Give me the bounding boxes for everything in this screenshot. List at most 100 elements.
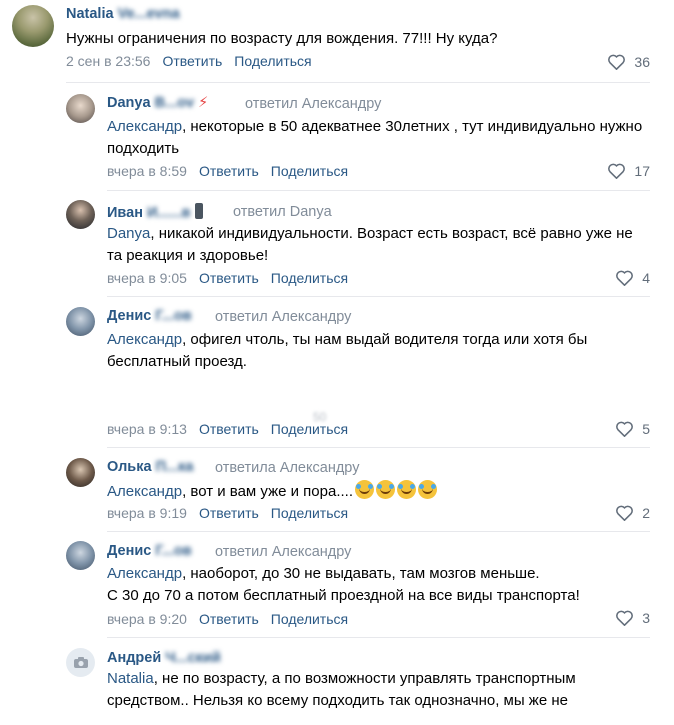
author-last-name-blurred[interactable]: Г...ов xyxy=(155,308,191,324)
comment-body: , наоборот, до 30 не выдавать, там мозго… xyxy=(182,565,540,582)
device-icon xyxy=(194,203,203,219)
author-name[interactable]: Danya B...ov ⚡ xyxy=(107,95,208,111)
timestamp[interactable]: вчера в 8:59 xyxy=(107,163,187,179)
author-last-name-blurred[interactable]: B...ov xyxy=(155,95,194,111)
comment-meta: вчера в 9:05 Ответить Поделиться xyxy=(107,270,348,286)
reply-button[interactable]: Ответить xyxy=(199,270,259,286)
divider xyxy=(66,82,650,83)
comment-meta: вчера в 9:19 Ответить Поделиться xyxy=(107,505,348,521)
share-button[interactable]: Поделиться xyxy=(271,505,348,521)
heart-icon xyxy=(616,505,634,521)
comment-meta: 2 сен в 23:56 Ответить Поделиться xyxy=(66,53,312,69)
share-button[interactable]: Поделиться xyxy=(271,611,348,627)
author-name[interactable]: Денис Г...ов xyxy=(107,308,192,324)
comment-body: , никакой индивидуальности. Возраст есть… xyxy=(107,225,633,264)
author-first-name[interactable]: Денис xyxy=(107,543,151,559)
timestamp[interactable]: вчера в 9:05 xyxy=(107,270,187,286)
like-count: 5 xyxy=(642,420,650,437)
comment-text: Natalia, не по возрасту, а по возможност… xyxy=(107,668,647,712)
like-button[interactable]: 3 xyxy=(615,609,650,626)
like-button[interactable]: 17 xyxy=(607,162,650,179)
comment-meta: вчера в 9:20 Ответить Поделиться xyxy=(107,611,348,627)
comment-body: , не по возрасту, а по возможности управ… xyxy=(107,670,576,709)
avatar[interactable] xyxy=(66,648,95,677)
timestamp[interactable]: вчера в 9:13 xyxy=(107,421,187,437)
avatar[interactable] xyxy=(12,5,54,47)
replied-to[interactable]: ответил Александру xyxy=(215,544,351,560)
like-count: 2 xyxy=(642,504,650,521)
replied-to[interactable]: ответила Александру xyxy=(215,460,359,476)
timestamp[interactable]: 2 сен в 23:56 xyxy=(66,53,150,69)
replied-to[interactable]: ответил Danya xyxy=(233,204,332,220)
author-last-name-blurred[interactable]: П...ка xyxy=(156,459,194,475)
laughing-emoji-icon xyxy=(418,480,437,499)
avatar[interactable] xyxy=(66,94,95,123)
author-first-name[interactable]: Danya xyxy=(107,95,151,111)
like-button[interactable]: 5 xyxy=(615,420,650,437)
author-name[interactable]: Андрей Ч...ский xyxy=(107,650,221,666)
comment-body: , некоторые в 50 адекватнее 30летних , т… xyxy=(107,118,643,157)
heart-icon xyxy=(616,610,634,626)
share-button[interactable]: Поделиться xyxy=(271,421,348,437)
mention-link[interactable]: Natalia xyxy=(107,670,154,687)
author-name[interactable]: Денис Г...ов xyxy=(107,543,192,559)
like-count: 4 xyxy=(642,269,650,286)
reply-button[interactable]: Ответить xyxy=(199,163,259,179)
divider xyxy=(107,447,650,448)
heart-icon xyxy=(616,270,634,286)
author-name[interactable]: Natalia Ve...evna xyxy=(66,6,180,22)
lightning-icon: ⚡ xyxy=(198,95,209,111)
reply-button[interactable]: Ответить xyxy=(162,53,222,69)
divider xyxy=(107,637,650,638)
timestamp[interactable]: вчера в 9:20 xyxy=(107,611,187,627)
divider xyxy=(107,296,650,297)
reply-button[interactable]: Ответить xyxy=(199,505,259,521)
author-first-name[interactable]: Иван xyxy=(107,205,143,221)
laughing-emoji-icon xyxy=(397,480,416,499)
camera-icon xyxy=(73,657,88,668)
laughing-emoji-icon xyxy=(355,480,374,499)
comment-text: Нужны ограничения по возрасту для вожден… xyxy=(66,30,498,47)
laughing-emoji-icon xyxy=(376,480,395,499)
timestamp[interactable]: вчера в 9:19 xyxy=(107,505,187,521)
mention-link[interactable]: Александр xyxy=(107,331,182,348)
author-first-name[interactable]: Андрей xyxy=(107,650,161,666)
author-last-name-blurred[interactable]: Ч...ский xyxy=(165,650,220,666)
avatar[interactable] xyxy=(66,458,95,487)
share-button[interactable]: Поделиться xyxy=(271,163,348,179)
mention-link[interactable]: Danya xyxy=(107,225,150,242)
replied-to[interactable]: ответил Александру xyxy=(245,96,381,112)
mention-link[interactable]: Александр xyxy=(107,483,182,500)
author-first-name[interactable]: Денис xyxy=(107,308,151,324)
heart-icon xyxy=(616,421,634,437)
like-count: 17 xyxy=(634,162,650,179)
divider xyxy=(107,531,650,532)
author-last-name-blurred[interactable]: И......в xyxy=(147,205,191,221)
share-button[interactable]: Поделиться xyxy=(271,270,348,286)
comment-text: Danya, никакой индивидуальности. Возраст… xyxy=(107,223,647,267)
reply-button[interactable]: Ответить xyxy=(199,611,259,627)
author-name[interactable]: Олька П...ка xyxy=(107,459,193,475)
avatar[interactable] xyxy=(66,307,95,336)
heart-icon xyxy=(608,54,626,70)
author-first-name[interactable]: Natalia xyxy=(66,6,114,22)
mention-link[interactable]: Александр xyxy=(107,118,182,135)
like-button[interactable]: 2 xyxy=(615,504,650,521)
comment-meta: вчера в 9:13 Ответить Поделиться xyxy=(107,421,348,437)
avatar[interactable] xyxy=(66,541,95,570)
author-last-name-blurred[interactable]: Ve...evna xyxy=(118,6,180,22)
comment-meta: вчера в 8:59 Ответить Поделиться xyxy=(107,163,348,179)
replied-to[interactable]: ответил Александру xyxy=(215,309,351,325)
like-button[interactable]: 36 xyxy=(607,53,650,70)
author-last-name-blurred[interactable]: Г...ов xyxy=(155,543,191,559)
share-button[interactable]: Поделиться xyxy=(234,53,311,69)
author-name[interactable]: Иван И......в xyxy=(107,203,203,221)
like-button[interactable]: 4 xyxy=(615,269,650,286)
comment-text: Александр, наоборот, до 30 не выдавать, … xyxy=(107,563,657,607)
mention-link[interactable]: Александр xyxy=(107,565,182,582)
avatar[interactable] xyxy=(66,200,95,229)
divider xyxy=(107,190,650,191)
author-first-name[interactable]: Олька xyxy=(107,459,152,475)
comment-text: Александр, некоторые в 50 адекватнее 30л… xyxy=(107,116,647,160)
reply-button[interactable]: Ответить xyxy=(199,421,259,437)
